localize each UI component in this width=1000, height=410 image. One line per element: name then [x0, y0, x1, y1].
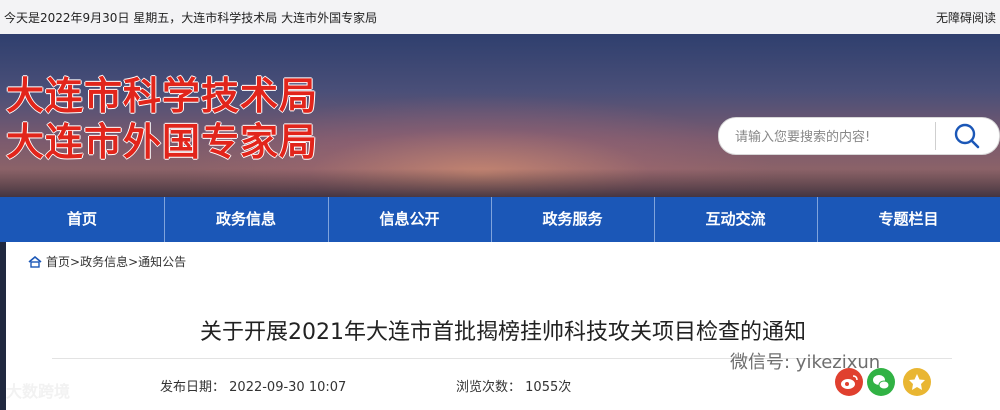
- breadcrumb-home[interactable]: 首页: [46, 255, 70, 269]
- breadcrumb-notices[interactable]: 通知公告: [138, 255, 186, 269]
- breadcrumb-government-info[interactable]: 政务信息: [80, 255, 128, 269]
- nav-item-info-disclosure[interactable]: 信息公开: [328, 197, 492, 242]
- nav-item-home[interactable]: 首页: [0, 197, 165, 242]
- home-icon: [28, 256, 42, 268]
- search-box: [718, 117, 1000, 155]
- search-input[interactable]: [733, 125, 937, 149]
- nav-item-interaction[interactable]: 互动交流: [654, 197, 818, 242]
- nav-item-government-info[interactable]: 政务信息: [164, 197, 329, 242]
- article-title: 关于开展2021年大连市首批揭榜挂帅科技攻关项目检查的通知: [200, 320, 806, 345]
- search-button[interactable]: [941, 120, 993, 152]
- qzone-share-button[interactable]: [903, 368, 931, 396]
- publish-date: 发布日期： 2022-09-30 10:07: [160, 380, 347, 395]
- nav-item-government-services[interactable]: 政务服务: [491, 197, 655, 242]
- view-count: 浏览次数： 1055次: [456, 380, 572, 395]
- qzone-icon: [909, 374, 925, 390]
- wechat-icon: [873, 375, 890, 390]
- logo-title-line2[interactable]: 大连市外国专家局: [6, 120, 318, 164]
- date-text: 今天是2022年9月30日 星期五，大连市科学技术局 大连市外国专家局: [4, 11, 378, 25]
- accessibility-link[interactable]: 无障碍阅读: [936, 9, 996, 26]
- search-icon: [954, 123, 980, 149]
- top-bar: 今天是2022年9月30日 星期五，大连市科学技术局 大连市外国专家局 无障碍阅…: [0, 0, 1000, 34]
- nav-item-special-topics[interactable]: 专题栏目: [817, 197, 1000, 242]
- logo-title-line1[interactable]: 大连市科学技术局: [6, 74, 318, 118]
- watermark-left: 大数跨境: [6, 382, 71, 401]
- wechat-share-button[interactable]: [867, 368, 895, 396]
- header-banner: 大连市科学技术局 大连市外国专家局: [0, 34, 1000, 197]
- breadcrumb: 首页>政务信息>通知公告: [28, 253, 186, 270]
- main-nav: 首页 政务信息 信息公开 政务服务 互动交流 专题栏目: [0, 197, 1000, 242]
- weibo-share-button[interactable]: [835, 368, 863, 396]
- weibo-icon: [841, 375, 858, 389]
